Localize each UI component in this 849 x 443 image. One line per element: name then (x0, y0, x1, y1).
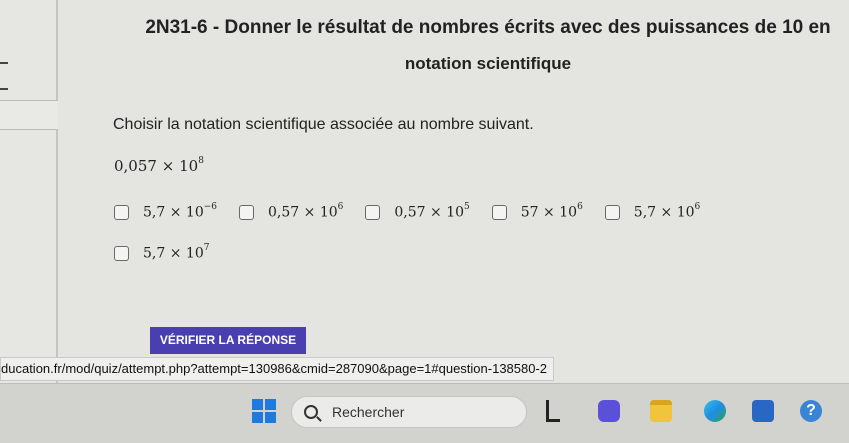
answer-option-1[interactable]: 5,7 × 10−6 (114, 202, 218, 221)
answer-label-5: 5,7 × 106 (633, 202, 701, 221)
drawer-panel[interactable] (0, 100, 58, 130)
taskbar: Rechercher ? (0, 383, 849, 443)
answer-checkbox-5[interactable] (604, 204, 620, 220)
drawer-marker (0, 62, 8, 64)
search-icon (304, 405, 318, 419)
drawer-marker (0, 88, 8, 90)
answer-option-6[interactable]: 5,7 × 107 (114, 243, 210, 262)
given-number: 0,057 × 108 (114, 156, 204, 175)
answer-checkbox-4[interactable] (491, 204, 507, 220)
store-icon[interactable] (752, 400, 774, 422)
answer-label-2: 0,57 × 106 (268, 202, 344, 221)
question-title-line1: 2N31-6 - Donner le résultat de nombres é… (145, 17, 831, 38)
answer-label-6: 5,7 × 107 (143, 243, 210, 262)
answer-label-3: 0,57 × 105 (394, 202, 470, 221)
number-exponent: 8 (198, 156, 204, 166)
answer-option-5[interactable]: 5,7 × 106 (604, 202, 701, 221)
search-placeholder: Rechercher (332, 404, 405, 420)
question-title-line2: notation scientifique (404, 54, 572, 73)
question-title: 2N31-6 - Donner le résultat de nombres é… (128, 14, 848, 78)
task-view-icon[interactable] (546, 400, 560, 422)
answer-option-4[interactable]: 57 × 106 (491, 202, 583, 221)
left-drawer-edge (0, 0, 58, 383)
answer-checkbox-2[interactable] (239, 204, 255, 220)
status-bar-url: ducation.fr/mod/quiz/attempt.php?attempt… (0, 357, 555, 381)
file-explorer-icon[interactable] (650, 400, 672, 422)
answer-label-1: 5,7 × 10−6 (143, 202, 218, 221)
answer-option-2[interactable]: 0,57 × 106 (239, 202, 344, 221)
taskbar-search-input[interactable]: Rechercher (291, 396, 527, 428)
number-times: × (161, 157, 175, 175)
answer-label-4: 57 × 106 (520, 202, 583, 221)
answer-checkbox-6[interactable] (114, 245, 129, 261)
answer-option-3[interactable]: 0,57 × 105 (365, 202, 470, 221)
windows-start-icon[interactable] (252, 399, 276, 423)
answer-checkbox-3[interactable] (365, 204, 381, 220)
answer-options-row-1: 5,7 × 10−6 0,57 × 106 0,57 × 105 57 × 10… (114, 202, 701, 221)
number-base: 10 (179, 157, 199, 175)
verify-answer-button[interactable]: VÉRIFIER LA RÉPONSE (150, 327, 306, 354)
chat-icon[interactable] (598, 400, 620, 422)
answer-checkbox-1[interactable] (114, 204, 129, 220)
quiz-question-area: 2N31-6 - Donner le résultat de nombres é… (58, 0, 849, 383)
edge-browser-icon[interactable] (704, 400, 726, 422)
answer-options-row-2: 5,7 × 107 (114, 243, 210, 262)
question-prompt: Choisir la notation scientifique associé… (113, 116, 534, 133)
number-mantissa: 0,057 (114, 157, 157, 175)
help-icon[interactable]: ? (800, 400, 822, 422)
